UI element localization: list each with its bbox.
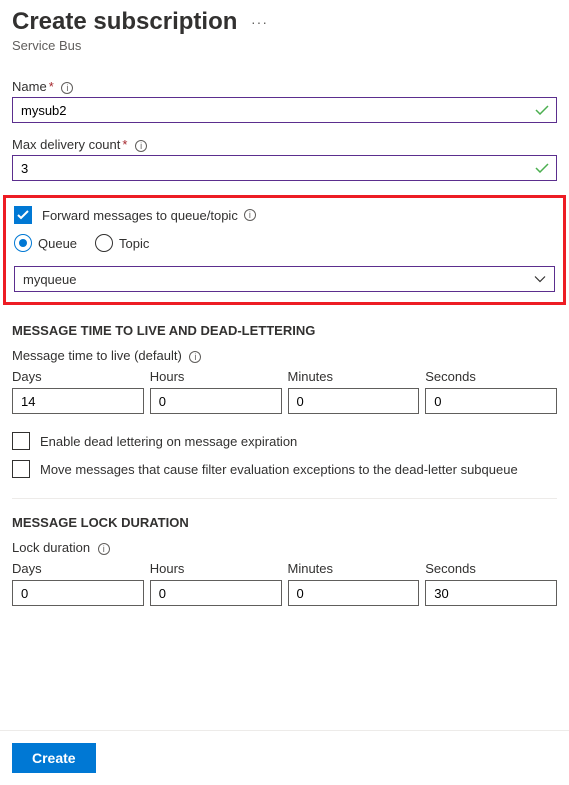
- valid-check-icon: [535, 163, 549, 173]
- radio-queue-label: Queue: [38, 236, 77, 251]
- forward-checkbox-label: Forward messages to queue/topic: [42, 208, 238, 223]
- lock-sublabel: Lock duration: [12, 540, 90, 555]
- dead-letter-checkbox-label: Enable dead lettering on message expirat…: [40, 434, 297, 449]
- forward-target-value: myqueue: [23, 272, 76, 287]
- dead-letter-checkbox[interactable]: [12, 432, 30, 450]
- radio-topic-label: Topic: [119, 236, 149, 251]
- filter-exception-checkbox-label: Move messages that cause filter evaluati…: [40, 462, 518, 477]
- ttl-days-input[interactable]: [12, 388, 144, 414]
- filter-exception-checkbox[interactable]: [12, 460, 30, 478]
- max-delivery-label: Max delivery count: [12, 137, 120, 152]
- info-icon[interactable]: i: [244, 209, 256, 221]
- max-delivery-input[interactable]: [12, 155, 557, 181]
- lock-minutes-label: Minutes: [288, 561, 420, 576]
- name-input[interactable]: [12, 97, 557, 123]
- ttl-minutes-input[interactable]: [288, 388, 420, 414]
- ttl-days-label: Days: [12, 369, 144, 384]
- info-icon[interactable]: i: [189, 351, 201, 363]
- forward-checkbox[interactable]: [14, 206, 32, 224]
- ttl-seconds-input[interactable]: [425, 388, 557, 414]
- ttl-minutes-label: Minutes: [288, 369, 420, 384]
- radio-topic[interactable]: Topic: [95, 234, 149, 252]
- name-label: Name: [12, 79, 47, 94]
- lock-section-heading: MESSAGE LOCK DURATION: [12, 515, 557, 530]
- lock-hours-input[interactable]: [150, 580, 282, 606]
- page-subtitle: Service Bus: [12, 38, 557, 53]
- lock-seconds-input[interactable]: [425, 580, 557, 606]
- divider: [12, 498, 557, 499]
- required-indicator: *: [122, 137, 127, 152]
- chevron-down-icon: [534, 272, 546, 287]
- footer-bar: Create: [0, 730, 569, 785]
- lock-days-input[interactable]: [12, 580, 144, 606]
- forward-messages-section: Forward messages to queue/topic i Queue …: [3, 195, 566, 305]
- valid-check-icon: [535, 105, 549, 115]
- forward-target-select[interactable]: myqueue: [14, 266, 555, 292]
- create-button[interactable]: Create: [12, 743, 96, 773]
- ttl-sublabel: Message time to live (default): [12, 348, 182, 363]
- lock-minutes-input[interactable]: [288, 580, 420, 606]
- info-icon[interactable]: i: [98, 543, 110, 555]
- ttl-section-heading: MESSAGE TIME TO LIVE AND DEAD-LETTERING: [12, 323, 557, 338]
- required-indicator: *: [49, 79, 54, 94]
- page-title: Create subscription: [12, 8, 237, 36]
- info-icon[interactable]: i: [135, 140, 147, 152]
- radio-queue[interactable]: Queue: [14, 234, 77, 252]
- ttl-hours-input[interactable]: [150, 388, 282, 414]
- lock-days-label: Days: [12, 561, 144, 576]
- lock-seconds-label: Seconds: [425, 561, 557, 576]
- more-actions-button[interactable]: ···: [251, 14, 268, 30]
- info-icon[interactable]: i: [61, 82, 73, 94]
- lock-hours-label: Hours: [150, 561, 282, 576]
- ttl-seconds-label: Seconds: [425, 369, 557, 384]
- ttl-hours-label: Hours: [150, 369, 282, 384]
